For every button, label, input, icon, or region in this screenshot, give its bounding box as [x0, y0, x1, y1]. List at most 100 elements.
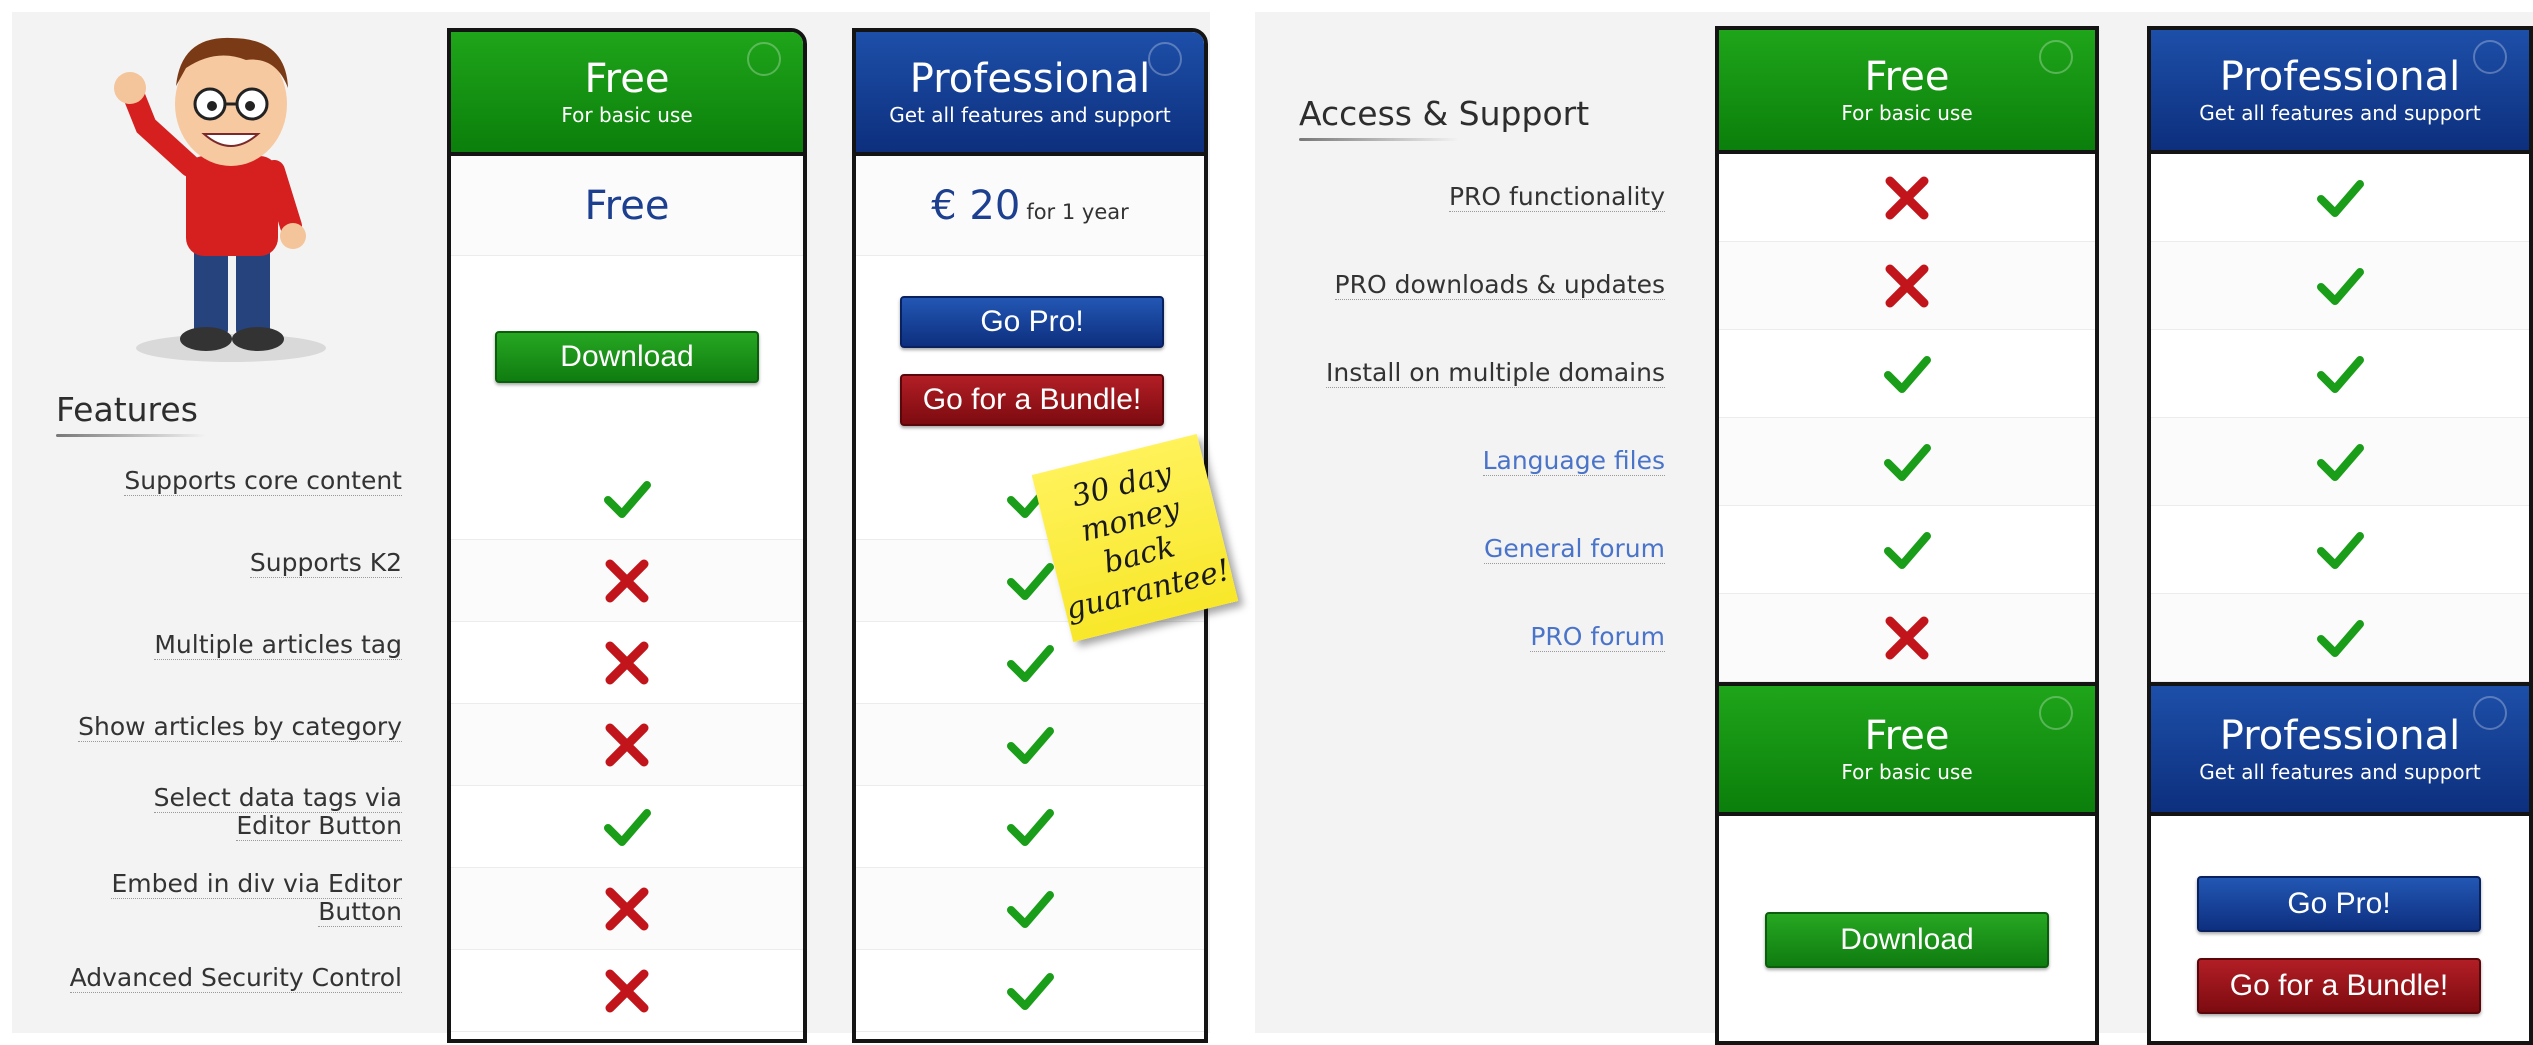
- check-icon: [2317, 531, 2364, 569]
- table-row: [1719, 330, 2095, 418]
- table-row: [1719, 506, 2095, 594]
- go-pro-button[interactable]: Go Pro!: [900, 296, 1164, 348]
- check-icon: [1007, 890, 1054, 928]
- plan-title: Free: [1864, 713, 1950, 759]
- plan-title: Professional: [2219, 713, 2461, 759]
- table-row: [451, 868, 803, 950]
- language-files-link[interactable]: Language files: [1275, 446, 1665, 476]
- pro-plan-header: Professional Get all features and suppor…: [2151, 30, 2529, 154]
- plan-subtitle: Get all features and support: [2199, 760, 2481, 784]
- feature-label: Supports core content: [124, 466, 402, 496]
- plan-subtitle: For basic use: [1841, 101, 1973, 125]
- table-row: [2151, 330, 2529, 418]
- cross-icon: [605, 559, 649, 602]
- table-row: [1719, 594, 2095, 682]
- free-plan-column: Free For basic use Free Download: [447, 28, 807, 1043]
- price-row: Free: [451, 156, 803, 256]
- cross-icon: [605, 641, 649, 684]
- table-row: [2151, 418, 2529, 506]
- download-button-bottom[interactable]: Download: [1765, 912, 2049, 968]
- cross-icon: [605, 723, 649, 766]
- free-plan-column-access: Free For basic use Free For basic use Do…: [1715, 26, 2099, 1045]
- plan-subtitle: For basic use: [1841, 760, 1973, 784]
- plan-subtitle: Get all features and support: [2199, 101, 2481, 125]
- bundle-button[interactable]: Go for a Bundle!: [900, 374, 1164, 426]
- plan-subtitle: For basic use: [561, 103, 693, 127]
- cross-icon: [605, 969, 649, 1012]
- access-label: Install on multiple domains: [1326, 358, 1665, 388]
- pro-plan-header: Professional Get all features and suppor…: [856, 32, 1204, 156]
- table-row: [451, 458, 803, 540]
- plan-title: Free: [584, 56, 670, 102]
- table-row: [856, 868, 1204, 950]
- check-icon: [1007, 972, 1054, 1010]
- general-forum-link[interactable]: General forum: [1275, 534, 1665, 564]
- plan-title: Professional: [2219, 54, 2461, 100]
- free-plan-header: Free For basic use: [451, 32, 803, 156]
- free-plan-header: Free For basic use: [1719, 30, 2095, 154]
- pro-price: € 20 for 1 year: [931, 182, 1129, 229]
- decorative-circle-icon: [2473, 696, 2507, 730]
- table-row: [451, 786, 803, 868]
- table-row: [1719, 242, 2095, 330]
- go-pro-button-bottom[interactable]: Go Pro!: [2197, 876, 2481, 932]
- check-icon: [2317, 619, 2364, 657]
- table-row: [2151, 154, 2529, 242]
- check-icon: [1007, 726, 1054, 764]
- feature-label: Select data tags via Editor Button: [153, 783, 402, 841]
- free-plan-footer-header: Free For basic use: [1719, 682, 2095, 816]
- decorative-circle-icon: [2039, 40, 2073, 74]
- check-icon: [2317, 443, 2364, 481]
- download-button[interactable]: Download: [495, 331, 759, 383]
- cross-icon: [1885, 616, 1929, 659]
- decorative-circle-icon: [2039, 696, 2073, 730]
- decorative-circle-icon: [1148, 42, 1182, 76]
- table-row: [2151, 506, 2529, 594]
- feature-label: Supports K2: [249, 548, 402, 578]
- table-row: [451, 950, 803, 1032]
- access-checks-pro: [2151, 154, 2529, 682]
- table-row: [1719, 418, 2095, 506]
- cross-icon: [1885, 264, 1929, 307]
- pro-plan-column-access: Professional Get all features and suppor…: [2147, 26, 2533, 1045]
- pro-plan-footer-header: Professional Get all features and suppor…: [2151, 682, 2529, 816]
- decorative-circle-icon: [2473, 40, 2507, 74]
- features-title-underline: [56, 434, 206, 437]
- check-icon: [1884, 531, 1931, 569]
- check-icon: [1884, 355, 1931, 393]
- access-label: PRO downloads & updates: [1334, 270, 1665, 300]
- cross-icon: [1885, 176, 1929, 219]
- cross-icon: [605, 887, 649, 930]
- table-row: [451, 622, 803, 704]
- feature-label: Embed in div via Editor Button: [111, 869, 402, 927]
- feature-label: Advanced Security Control: [69, 963, 402, 993]
- table-row: [2151, 594, 2529, 682]
- access-support-title: Access & Support: [1299, 94, 1590, 133]
- feature-checks-free: [451, 458, 803, 1039]
- features-panel: Features Supports core content Supports …: [12, 12, 1239, 1043]
- table-row: [451, 540, 803, 622]
- feature-label: Show articles by category: [78, 712, 402, 742]
- plan-title: Professional: [909, 56, 1151, 102]
- check-icon: [604, 808, 651, 846]
- plan-title: Free: [1864, 54, 1950, 100]
- table-row: [856, 704, 1204, 786]
- bundle-button-bottom[interactable]: Go for a Bundle!: [2197, 958, 2481, 1014]
- check-icon: [2317, 355, 2364, 393]
- check-icon: [1007, 808, 1054, 846]
- table-row: [856, 950, 1204, 1032]
- pro-forum-link[interactable]: PRO forum: [1275, 622, 1665, 652]
- access-label: PRO functionality: [1448, 182, 1665, 212]
- check-icon: [2317, 179, 2364, 217]
- table-row: [856, 786, 1204, 868]
- access-support-title-underline: [1299, 138, 1459, 141]
- features-title: Features: [56, 390, 198, 429]
- access-support-panel: Access & Support PRO functionality PRO d…: [1255, 12, 2533, 1045]
- table-row: [451, 704, 803, 786]
- check-icon: [1007, 644, 1054, 682]
- check-icon: [1884, 443, 1931, 481]
- table-row: [1719, 154, 2095, 242]
- check-icon: [2317, 267, 2364, 305]
- table-row: [856, 622, 1204, 704]
- mascot-illustration: [114, 37, 326, 362]
